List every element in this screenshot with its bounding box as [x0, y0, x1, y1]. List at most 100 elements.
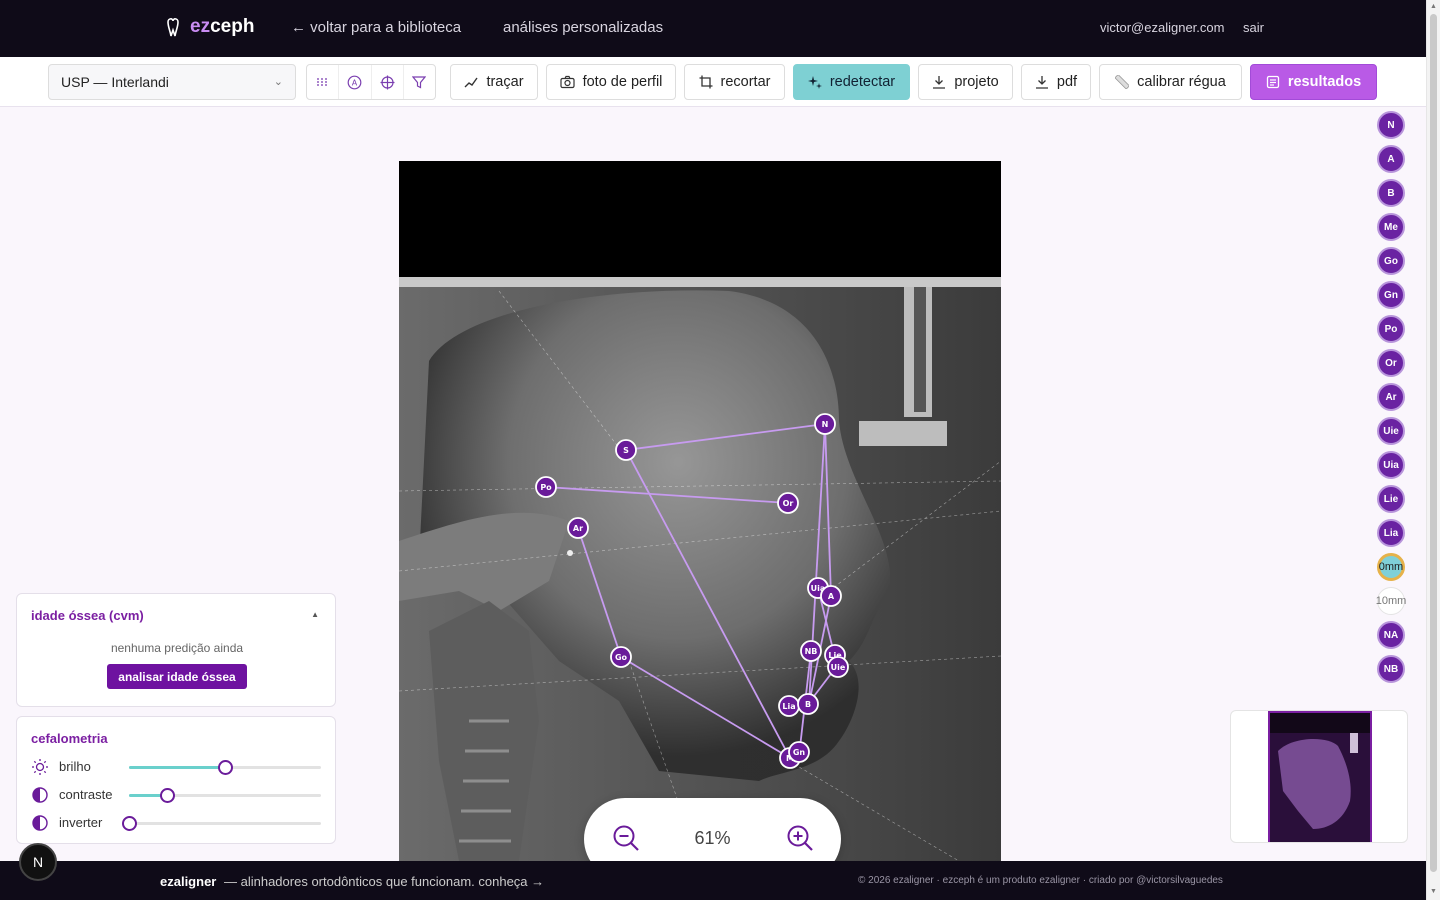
user-email: victor@ezaligner.com: [1100, 20, 1225, 35]
landmark-button-gn[interactable]: Gn: [1377, 281, 1405, 309]
landmark-button-ar[interactable]: Ar: [1377, 383, 1405, 411]
download-icon: [933, 76, 946, 89]
footer-copyright: © 2026 ezaligner · ezceph é um produto e…: [858, 875, 1223, 886]
landmark-nb[interactable]: NB: [800, 640, 822, 662]
landmark-button-uia[interactable]: Uia: [1377, 451, 1405, 479]
cursor-dot: [567, 550, 573, 556]
collapse-caret-icon[interactable]: ▲: [311, 610, 319, 619]
back-to-library-link[interactable]: ← voltar para a biblioteca: [291, 19, 461, 36]
landmark-button-10mm[interactable]: 10mm: [1376, 587, 1406, 615]
calibrate-label: calibrar régua: [1137, 74, 1226, 90]
svg-text:B: B: [805, 700, 811, 709]
footer-tagline-link[interactable]: — alinhadores ortodônticos que funcionam…: [224, 874, 544, 889]
landmark-go[interactable]: Go: [610, 646, 632, 668]
scroll-up-arrow-icon[interactable]: ▲: [1430, 3, 1437, 10]
landmark-button-n[interactable]: N: [1377, 111, 1405, 139]
page-scrollbar[interactable]: ▲ ▼: [1426, 0, 1440, 900]
landmark-n[interactable]: N: [814, 413, 836, 435]
a-circle-icon: A: [347, 75, 362, 89]
tooth-icon: [167, 18, 179, 37]
invert-row: inverter: [31, 813, 323, 833]
chevron-down-icon: ⌄: [273, 76, 283, 88]
landmark-button-po[interactable]: Po: [1377, 315, 1405, 343]
brightness-fill: [129, 766, 225, 769]
bone-age-title[interactable]: idade óssea (cvm): [31, 608, 144, 623]
landmarks-toggle-button[interactable]: [372, 65, 404, 99]
pdf-download-button[interactable]: pdf: [1021, 64, 1091, 100]
footer-brand[interactable]: ezaligner: [160, 874, 216, 889]
minimap[interactable]: [1230, 710, 1408, 843]
logout-link[interactable]: sair: [1243, 20, 1264, 35]
pdf-label: pdf: [1056, 74, 1078, 90]
cephalometry-title: cefalometria: [31, 731, 108, 746]
svg-text:Ar: Ar: [573, 524, 583, 533]
filter-icon: [412, 76, 427, 89]
landmark-button-na[interactable]: NA: [1377, 621, 1405, 649]
project-label: projeto: [954, 74, 999, 90]
labels-toggle-button[interactable]: A: [339, 65, 372, 99]
cephalometric-xray-canvas[interactable]: S N Po Or Ar Uia A NB Lie Uie Go Lia B M…: [399, 161, 1001, 861]
invert-icon: [32, 815, 48, 831]
landmark-button-me[interactable]: Me: [1377, 213, 1405, 241]
landmark-button-or[interactable]: Or: [1377, 349, 1405, 377]
calibrate-ruler-button[interactable]: calibrar régua: [1099, 64, 1242, 100]
analyze-bone-age-button[interactable]: analisar idade óssea: [107, 664, 247, 689]
landmark-button-a[interactable]: A: [1377, 145, 1405, 173]
sun-icon: [32, 759, 48, 775]
crop-label: recortar: [720, 74, 771, 90]
contrast-label: contraste: [59, 787, 113, 802]
crop-button[interactable]: recortar: [684, 64, 785, 100]
landmark-po[interactable]: Po: [535, 476, 557, 498]
landmark-button-go[interactable]: Go: [1377, 247, 1405, 275]
landmark-button-uie[interactable]: Uie: [1377, 417, 1405, 445]
landmark-button-b[interactable]: B: [1377, 179, 1405, 207]
sparkles-icon: [807, 76, 822, 89]
crop-icon: [699, 75, 713, 89]
landmark-lia[interactable]: Lia: [778, 695, 800, 717]
project-download-button[interactable]: projeto: [918, 64, 1013, 100]
landmark-button-lie[interactable]: Lie: [1377, 485, 1405, 513]
redetect-button[interactable]: redetectar: [793, 64, 910, 100]
scroll-down-arrow-icon[interactable]: ▼: [1430, 888, 1437, 895]
invert-label: inverter: [59, 815, 103, 830]
xray-image[interactable]: S N Po Or Ar Uia A NB Lie Uie Go Lia B M…: [399, 161, 1001, 861]
landmark-button-lia[interactable]: Lia: [1377, 519, 1405, 547]
download-icon: [1035, 76, 1048, 89]
redetect-label: redetectar: [829, 74, 896, 90]
invert-slider-thumb[interactable]: [122, 816, 137, 831]
filter-button[interactable]: [404, 65, 435, 99]
view-toggle-group: A: [306, 64, 436, 100]
brand-ez: ez: [190, 16, 211, 37]
trace-label: traçar: [486, 74, 524, 90]
brand-logo[interactable]: ezceph: [164, 16, 254, 38]
brand-ceph: ceph: [210, 16, 255, 37]
invert-track[interactable]: [129, 822, 321, 825]
landmark-gn[interactable]: Gn: [788, 741, 810, 763]
grid-icon: [316, 78, 329, 86]
landmark-button-nb[interactable]: NB: [1377, 655, 1405, 683]
dev-tools-badge[interactable]: N: [19, 843, 57, 881]
zoom-in-icon[interactable]: [786, 824, 814, 852]
custom-analyses-link[interactable]: análises personalizadas: [503, 19, 663, 36]
svg-text:NB: NB: [805, 647, 818, 656]
landmark-s[interactable]: S: [615, 439, 637, 461]
results-label: resultados: [1287, 74, 1362, 90]
analysis-select[interactable]: USP — Interlandi ⌄: [48, 64, 296, 100]
landmark-b[interactable]: B: [797, 693, 819, 715]
grid-toggle-button[interactable]: [307, 65, 340, 99]
brightness-slider-thumb[interactable]: [218, 760, 233, 775]
scrollbar-thumb[interactable]: [1430, 14, 1437, 872]
landmark-uie[interactable]: Uie: [827, 656, 849, 678]
landmark-button-0mm[interactable]: 0mm: [1377, 553, 1405, 581]
brightness-label: brilho: [59, 759, 91, 774]
bone-age-empty-state: nenhuma predição ainda: [110, 641, 244, 655]
profile-photo-label: foto de perfil: [582, 74, 663, 90]
profile-photo-button[interactable]: foto de perfil: [546, 64, 676, 100]
minimap-thumbnail[interactable]: [1268, 711, 1372, 843]
contrast-slider-thumb[interactable]: [160, 788, 175, 803]
landmark-ar[interactable]: Ar: [567, 517, 589, 539]
landmark-or[interactable]: Or: [777, 492, 799, 514]
trace-button[interactable]: traçar: [450, 64, 538, 100]
landmark-a[interactable]: A: [820, 585, 842, 607]
results-button[interactable]: resultados: [1250, 64, 1377, 100]
